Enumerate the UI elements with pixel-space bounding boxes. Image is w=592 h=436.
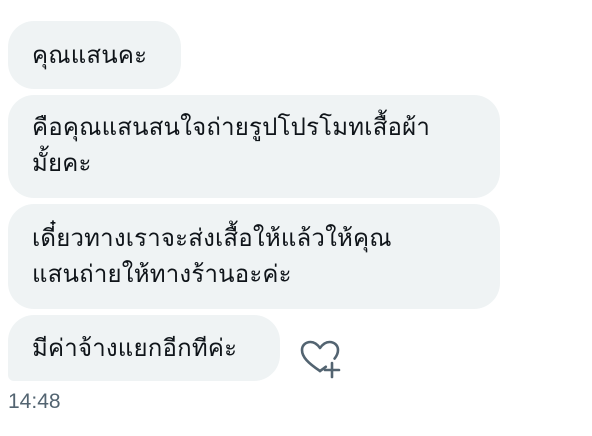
message-text: มีค่าจ้างแยกอีกทีค่ะ <box>32 334 238 362</box>
message-bubble[interactable]: เดี๋ยวทางเราจะส่งเสื้อให้แล้วให้คุณ แสนถ… <box>8 204 500 309</box>
message-text: คือคุณแสนสนใจถ่ายรูปโปรโมทเสื้อผ้า มั้ยค… <box>32 113 431 177</box>
message-bubble[interactable]: มีค่าจ้างแยกอีกทีค่ะ <box>8 315 280 381</box>
message-text: เดี๋ยวทางเราจะส่งเสื้อให้แล้วให้คุณ แสนถ… <box>32 224 392 288</box>
add-reaction-button[interactable] <box>298 337 342 381</box>
message-timestamp: 14:48 <box>8 390 61 413</box>
message-bubble[interactable]: คุณแสนคะ <box>8 21 181 89</box>
heart-plus-icon <box>300 340 341 379</box>
message-bubble[interactable]: คือคุณแสนสนใจถ่ายรูปโปรโมทเสื้อผ้า มั้ยค… <box>8 95 500 198</box>
message-text: คุณแสนคะ <box>32 41 148 69</box>
